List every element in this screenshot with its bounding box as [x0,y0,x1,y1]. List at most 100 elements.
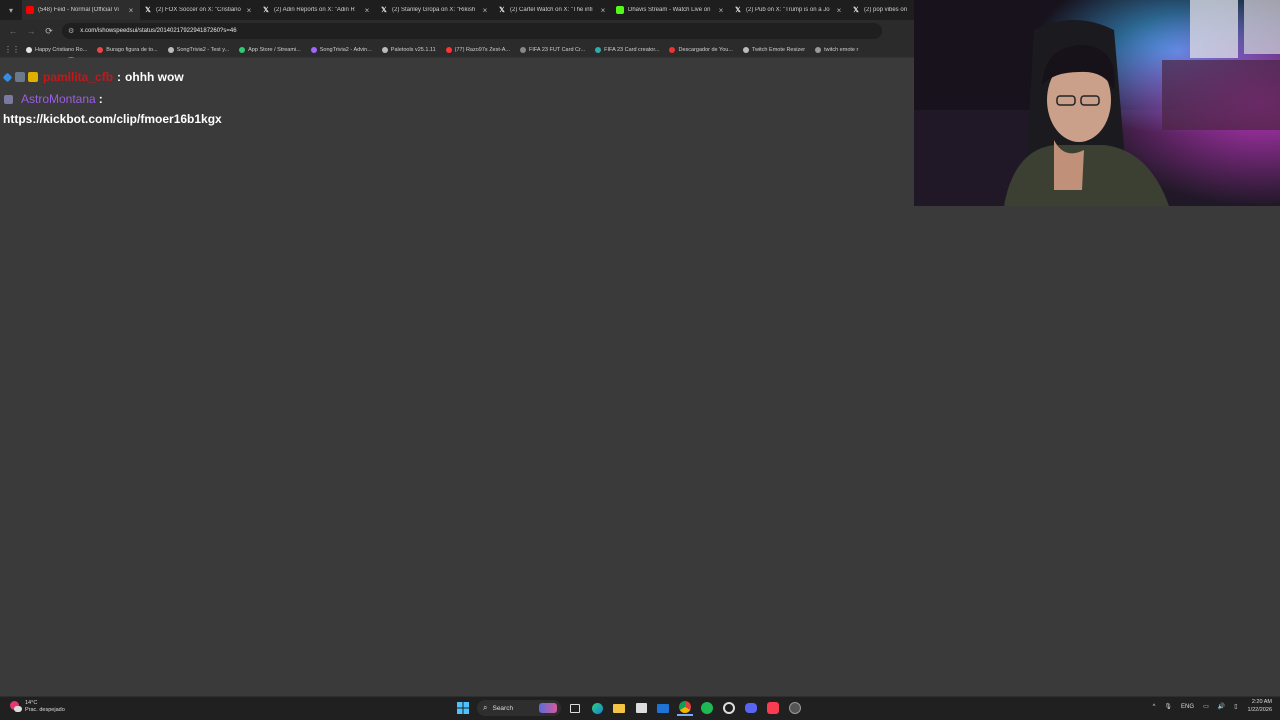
bookmark-label: App Store / Streami... [248,46,301,53]
browser-tab[interactable]: 𝕏(2) pop vibes on× [848,0,914,20]
bookmark-favicon-icon [97,46,104,53]
chat-link[interactable]: https://kickbot.com/clip/fmoer16b1kgx [3,110,223,129]
bookmark-label: FIFA 23 Card creator... [604,46,660,53]
forward-icon[interactable]: → [22,22,40,40]
browser-tab[interactable]: 𝕏 (2) Pub on X: "Trump is on a Jo × [730,0,848,20]
close-icon[interactable]: × [480,6,490,15]
close-icon[interactable]: × [244,6,254,15]
kick-icon [616,6,624,14]
search-label: Search [492,704,514,712]
taskbar-search[interactable]: ⌕ Search [477,700,561,716]
cut-off-message [4,52,84,58]
browser-tab[interactable]: 𝕏 (2) FOX Soccer on X: "Cristiano × [140,0,258,20]
bookmark-label: SongTrivia2 - Test y... [176,46,230,53]
tab-title: (2) Cartel Watch on X: "The infi [510,7,593,13]
bookmark-label: Twitch Emote Resizer [751,46,806,53]
chat-colon: : [98,92,103,106]
weather-desc: Prac. despejado [25,707,65,713]
mail-icon[interactable] [655,700,671,716]
bookmark-label: Paletools v25.1.11 [390,46,436,53]
subscriber-badge-icon [28,72,38,82]
bookmark-item[interactable]: (77) Razo97s Zest-A... [445,46,510,53]
clock-date: 1/22/2026 [1247,706,1272,713]
search-highlight-icon [539,703,557,713]
bookmark-favicon-icon [381,46,388,53]
bookmark-label: Descargador de You... [678,46,733,53]
tab-title: (2) pop vibes on [864,7,908,13]
bookmark-item[interactable]: FIFA 23 Card creator... [595,46,660,53]
bookmark-item[interactable]: App Store / Streami... [239,46,301,53]
battery-icon[interactable]: ▯ [1234,703,1237,710]
bookmark-favicon-icon [815,46,822,53]
bookmark-favicon-icon [310,46,317,53]
close-icon[interactable]: × [126,6,136,15]
chat-message: AstroMontana : [4,92,103,106]
mic-icon[interactable]: 🎙 [1164,703,1172,710]
chevron-up-icon[interactable]: ^ [1153,704,1156,710]
tab-title: (548) Feid - Normal (Official Vi [38,7,119,13]
verified-badge-icon [2,72,13,82]
bookmark-item[interactable]: Burago figura de to... [97,46,158,53]
taskbar: 14°C Prac. despejado ⌕ Search ^ 🎙 ENG ▭ … [0,696,1280,720]
youtube-icon [26,6,34,14]
app-icon[interactable] [787,700,803,716]
close-icon[interactable]: × [716,6,726,15]
browser-tab[interactable]: (548) Feid - Normal (Official Vi × [22,0,140,20]
bookmark-item[interactable]: Descargador de You... [669,46,733,53]
language-indicator[interactable]: ENG [1181,704,1194,710]
bookmark-favicon-icon [445,46,452,53]
tab-strip: ▾ (548) Feid - Normal (Official Vi × 𝕏 (2) … [0,0,914,20]
address-toolbar: ← → ⟳ ⚙ x.com/ishowspeedsui/status/20140… [0,20,914,42]
weather-widget[interactable]: 14°C Prac. despejado [8,700,65,714]
bookmark-favicon-icon [742,46,749,53]
tab-title: (2) FOX Soccer on X: "Cristiano [156,7,241,13]
network-icon[interactable]: ▭ [1203,703,1209,710]
clock[interactable]: 2:20 AM 1/22/2026 [1248,699,1272,714]
url-text: x.com/ishowspeedsui/status/2014021792294… [80,28,237,34]
bookmark-item[interactable]: SongTrivia2 - Test y... [167,46,230,53]
obs-icon[interactable] [721,700,737,716]
bookmark-item[interactable]: Twitch Emote Resizer [742,46,806,53]
chrome-icon[interactable] [677,700,693,716]
x-icon: 𝕏 [735,7,741,14]
browser-tab[interactable]: 𝕏 (2) Cartel Watch on X: "The infi × [494,0,612,20]
bookmark-item[interactable]: SongTrivia2 - Advin... [310,46,372,53]
browser-tab[interactable]: 𝕏 (2) Stanley Gropa on X: "Rikish × [376,0,494,20]
weather-temp: 14°C [25,700,38,706]
bookmark-favicon-icon [595,46,602,53]
close-icon[interactable]: × [834,6,844,15]
tab-search-icon[interactable]: ▾ [0,0,22,20]
close-icon[interactable]: × [598,6,608,15]
music-icon[interactable] [765,700,781,716]
browser-tab[interactable]: 𝕏 (2) Adin Reports on X: "Adin R × [258,0,376,20]
chat-message: pamllita_cfb : ohhh wow [2,70,184,84]
webcam-feed [914,0,1280,206]
bookmark-item[interactable]: FIFA 23 FUT Card Cr... [519,46,585,53]
loading-icon[interactable]: ⟳ [40,22,58,40]
chat-text: ohhh wow [125,70,184,84]
task-view-icon[interactable] [567,700,583,716]
volume-icon[interactable]: 🔊 [1218,703,1225,710]
spotify-icon[interactable] [699,700,715,716]
windows-start-icon[interactable] [455,700,471,716]
back-icon[interactable]: ← [4,22,22,40]
address-bar[interactable]: ⚙ x.com/ishowspeedsui/status/20140217922… [62,23,882,39]
site-info-icon[interactable]: ⚙ [68,27,74,35]
browser-tab[interactable]: Dhavis Stream - Watch Live on × [612,0,730,20]
store-icon[interactable] [633,700,649,716]
close-icon[interactable]: × [362,6,372,15]
bookmark-item[interactable]: Paletools v25.1.11 [381,46,436,53]
file-explorer-icon[interactable] [611,700,627,716]
user-badge-icon [4,94,13,104]
chat-username[interactable]: AstroMontana [21,92,96,106]
tab-title: (2) Pub on X: "Trump is on a Jo [746,7,830,13]
bookmark-item[interactable]: twitch emote r [815,46,858,53]
moderator-badge-icon [15,72,25,82]
chat-username[interactable]: pamllita_cfb [43,70,113,84]
x-icon: 𝕏 [381,7,387,14]
clock-time: 2:20 AM [1251,699,1272,705]
tab-title: (2) Adin Reports on X: "Adin R [274,7,355,13]
discord-icon[interactable] [743,700,759,716]
edge-icon[interactable] [589,700,605,716]
x-icon: 𝕏 [499,7,505,14]
